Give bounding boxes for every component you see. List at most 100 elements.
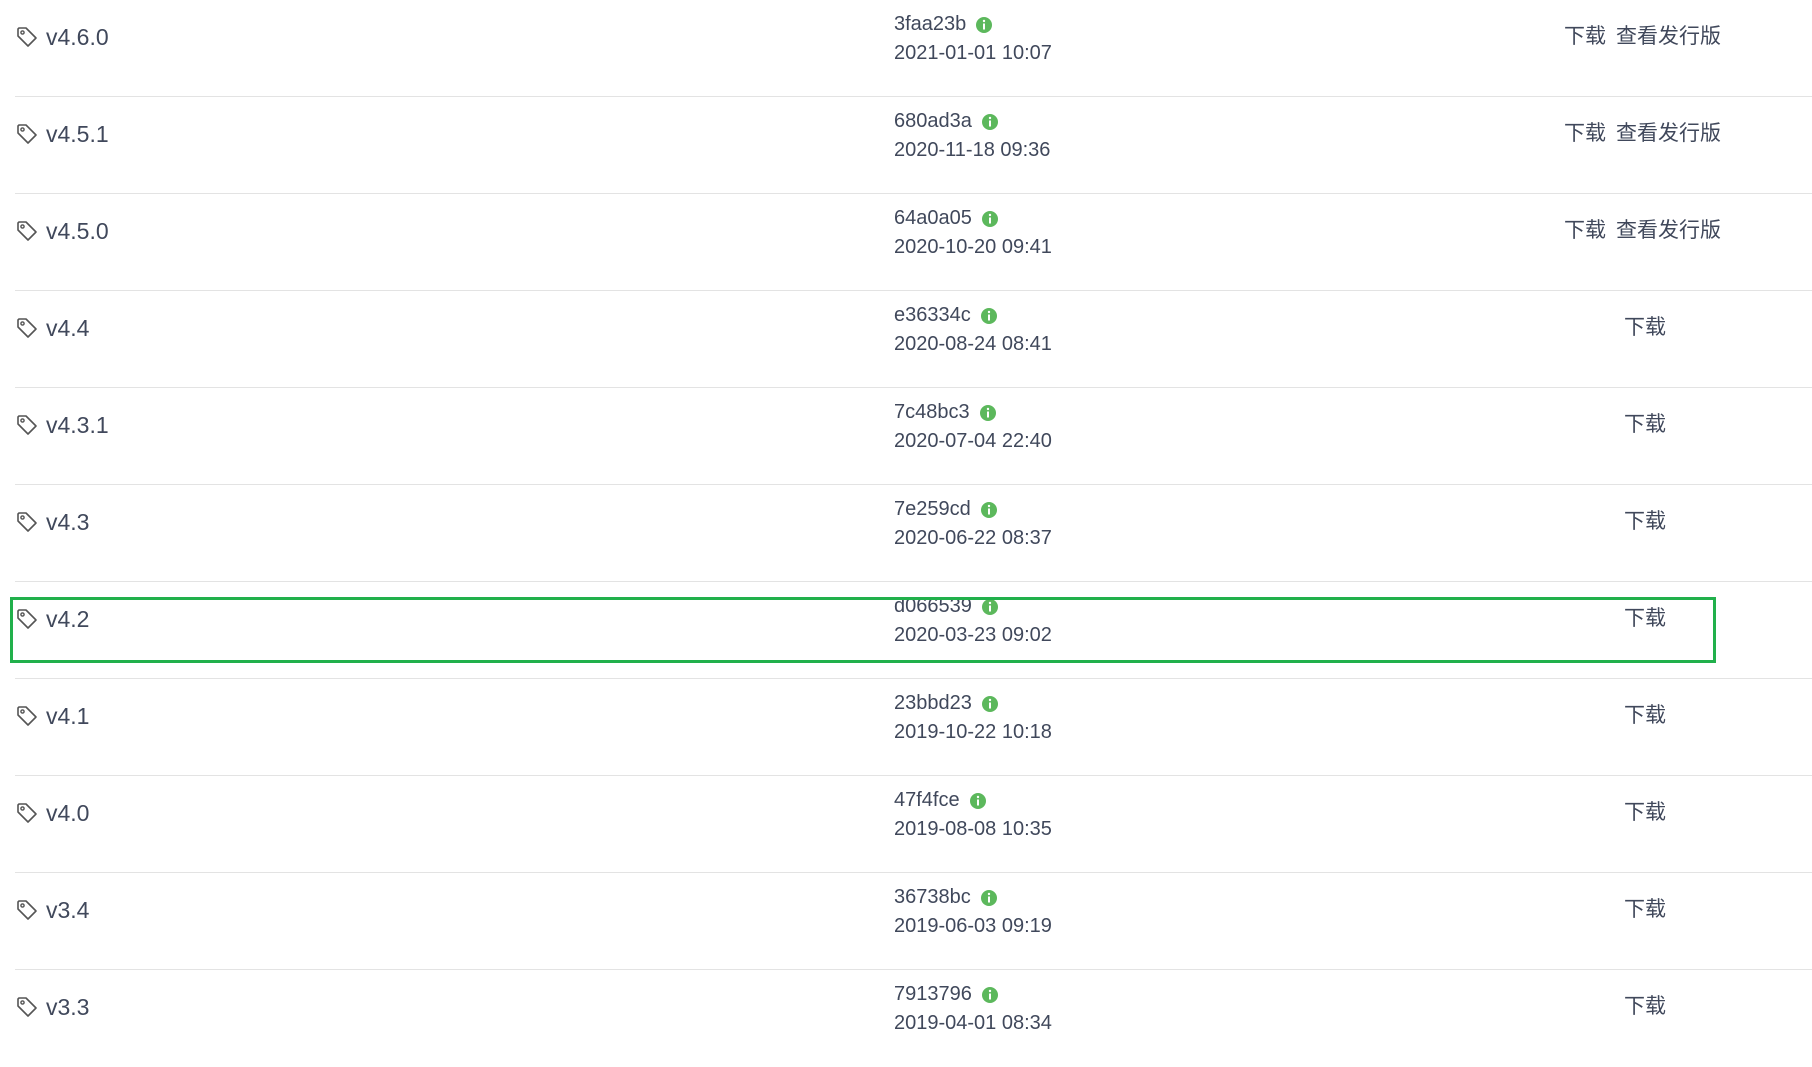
tag-name-link[interactable]: v4.1 bbox=[46, 702, 89, 730]
tag-actions: 下载 bbox=[1624, 411, 1666, 439]
download-link[interactable]: 下载 bbox=[1624, 801, 1666, 824]
tag-name-link[interactable]: v4.2 bbox=[46, 605, 89, 633]
commit-date: 2020-10-20 09:41 bbox=[894, 236, 1052, 258]
commit-line: 23bbd23 bbox=[894, 690, 999, 716]
tag-icon bbox=[17, 900, 37, 920]
info-icon[interactable] bbox=[981, 210, 999, 228]
tag-icon bbox=[17, 512, 37, 532]
tag-row: v3.3 7913796 2019-04-01 08:34 下载 bbox=[15, 970, 1812, 1067]
info-icon[interactable] bbox=[979, 404, 997, 422]
tag-name-link[interactable]: v4.0 bbox=[46, 799, 89, 827]
download-link[interactable]: 下载 bbox=[1624, 607, 1666, 630]
commit-sha-link[interactable]: e36334c bbox=[894, 302, 971, 328]
tag-icon bbox=[17, 997, 37, 1017]
tag-icon bbox=[17, 415, 37, 435]
commit-line: 7913796 bbox=[894, 981, 999, 1007]
info-icon[interactable] bbox=[969, 792, 987, 810]
tag-icon bbox=[17, 706, 37, 726]
commit-date: 2020-11-18 09:36 bbox=[894, 139, 1051, 161]
commit-sha-link[interactable]: 64a0a05 bbox=[894, 205, 972, 231]
view-release-link[interactable]: 查看发行版 bbox=[1616, 25, 1721, 48]
tag-row: v4.5.1 680ad3a 2020-11-18 09:36 下载 查看发行版 bbox=[15, 97, 1812, 194]
tag-name-link[interactable]: v4.3 bbox=[46, 508, 89, 536]
commit-sha-link[interactable]: d066539 bbox=[894, 593, 972, 619]
info-icon[interactable] bbox=[981, 695, 999, 713]
tag-icon bbox=[17, 27, 37, 47]
tag-actions: 下载 bbox=[1624, 702, 1666, 730]
commit-sha-link[interactable]: 47f4fce bbox=[894, 787, 960, 813]
commit-date: 2021-01-01 10:07 bbox=[894, 42, 1052, 64]
commit-date: 2020-06-22 08:37 bbox=[894, 527, 1052, 549]
commit-line: e36334c bbox=[894, 302, 998, 328]
info-icon[interactable] bbox=[981, 113, 999, 131]
info-icon[interactable] bbox=[981, 986, 999, 1004]
tag-name-link[interactable]: v4.6.0 bbox=[46, 23, 109, 51]
view-release-link[interactable]: 查看发行版 bbox=[1616, 219, 1721, 242]
tag-row: v3.4 36738bc 2019-06-03 09:19 下载 bbox=[15, 873, 1812, 970]
commit-date: 2019-08-08 10:35 bbox=[894, 818, 1052, 840]
commit-date: 2020-08-24 08:41 bbox=[894, 333, 1052, 355]
info-icon[interactable] bbox=[980, 501, 998, 519]
tag-icon bbox=[17, 803, 37, 823]
info-icon[interactable] bbox=[980, 889, 998, 907]
download-link[interactable]: 下载 bbox=[1624, 898, 1666, 921]
tag-name-link[interactable]: v3.4 bbox=[46, 896, 89, 924]
tag-row: v4.3 7e259cd 2020-06-22 08:37 下载 bbox=[15, 485, 1812, 582]
tag-name-link[interactable]: v4.4 bbox=[46, 314, 89, 342]
info-icon[interactable] bbox=[975, 16, 993, 34]
commit-date: 2020-03-23 09:02 bbox=[894, 624, 1052, 646]
tag-list: v4.6.0 3faa23b 2021-01-01 10:07 下载 查看发行版 … bbox=[0, 0, 1812, 1067]
tag-name-link[interactable]: v4.5.1 bbox=[46, 120, 109, 148]
commit-sha-link[interactable]: 7c48bc3 bbox=[894, 399, 970, 425]
download-link[interactable]: 下载 bbox=[1624, 510, 1666, 533]
view-release-link[interactable]: 查看发行版 bbox=[1616, 122, 1721, 145]
download-link[interactable]: 下载 bbox=[1564, 122, 1606, 145]
commit-date: 2019-04-01 08:34 bbox=[894, 1012, 1052, 1034]
commit-line: 3faa23b bbox=[894, 11, 993, 37]
tag-actions: 下载 bbox=[1624, 896, 1666, 924]
commit-sha-link[interactable]: 3faa23b bbox=[894, 11, 966, 37]
commit-sha-link[interactable]: 7e259cd bbox=[894, 496, 971, 522]
commit-sha-link[interactable]: 7913796 bbox=[894, 981, 972, 1007]
tag-name-link[interactable]: v4.3.1 bbox=[46, 411, 109, 439]
download-link[interactable]: 下载 bbox=[1564, 219, 1606, 242]
download-link[interactable]: 下载 bbox=[1624, 995, 1666, 1018]
tag-actions: 下载 bbox=[1624, 508, 1666, 536]
download-link[interactable]: 下载 bbox=[1624, 316, 1666, 339]
commit-sha-link[interactable]: 680ad3a bbox=[894, 108, 972, 134]
commit-sha-link[interactable]: 36738bc bbox=[894, 884, 971, 910]
info-icon[interactable] bbox=[980, 307, 998, 325]
commit-sha-link[interactable]: 23bbd23 bbox=[894, 690, 972, 716]
tag-row: v4.1 23bbd23 2019-10-22 10:18 下载 bbox=[15, 679, 1812, 776]
commit-date: 2019-10-22 10:18 bbox=[894, 721, 1052, 743]
commit-date: 2020-07-04 22:40 bbox=[894, 430, 1052, 452]
commit-line: 64a0a05 bbox=[894, 205, 999, 231]
tag-actions: 下载 bbox=[1624, 993, 1666, 1021]
tag-actions: 下载 查看发行版 bbox=[1564, 217, 1721, 245]
commit-line: d066539 bbox=[894, 593, 999, 619]
tag-actions: 下载 查看发行版 bbox=[1564, 23, 1721, 51]
tag-actions: 下载 bbox=[1624, 314, 1666, 342]
tag-name-link[interactable]: v3.3 bbox=[46, 993, 89, 1021]
tag-icon bbox=[17, 124, 37, 144]
commit-line: 7e259cd bbox=[894, 496, 998, 522]
download-link[interactable]: 下载 bbox=[1564, 25, 1606, 48]
tag-row-highlighted: v4.2 d066539 2020-03-23 09:02 下载 bbox=[15, 582, 1812, 679]
tag-row: v4.3.1 7c48bc3 2020-07-04 22:40 下载 bbox=[15, 388, 1812, 485]
tag-actions: 下载 bbox=[1624, 605, 1666, 633]
download-link[interactable]: 下载 bbox=[1624, 704, 1666, 727]
download-link[interactable]: 下载 bbox=[1624, 413, 1666, 436]
info-icon[interactable] bbox=[981, 598, 999, 616]
commit-line: 47f4fce bbox=[894, 787, 987, 813]
tag-row: v4.6.0 3faa23b 2021-01-01 10:07 下载 查看发行版 bbox=[15, 0, 1812, 97]
commit-line: 7c48bc3 bbox=[894, 399, 997, 425]
tag-icon bbox=[17, 318, 37, 338]
tag-row: v4.4 e36334c 2020-08-24 08:41 下载 bbox=[15, 291, 1812, 388]
tag-row: v4.5.0 64a0a05 2020-10-20 09:41 下载 查看发行版 bbox=[15, 194, 1812, 291]
tag-icon bbox=[17, 609, 37, 629]
tag-name-link[interactable]: v4.5.0 bbox=[46, 217, 109, 245]
tag-icon bbox=[17, 221, 37, 241]
tag-actions: 下载 查看发行版 bbox=[1564, 120, 1721, 148]
commit-line: 680ad3a bbox=[894, 108, 999, 134]
commit-date: 2019-06-03 09:19 bbox=[894, 915, 1052, 937]
